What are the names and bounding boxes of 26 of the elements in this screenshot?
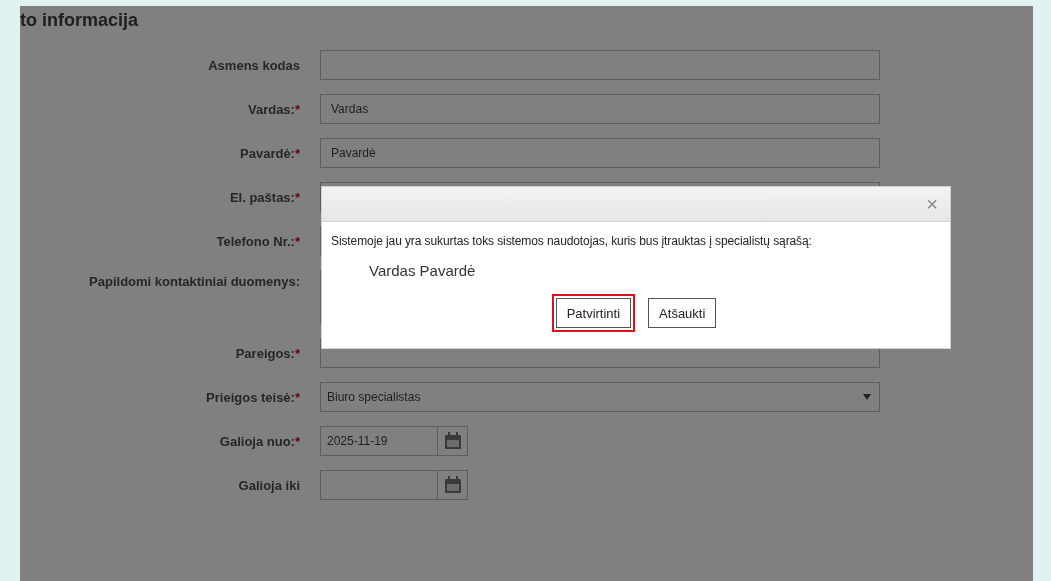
calendar-button[interactable] bbox=[438, 426, 468, 456]
field-label: Papildomi kontaktiniai duomenys: bbox=[88, 273, 300, 289]
dialog-button[interactable]: Atšaukti bbox=[648, 298, 717, 328]
dialog-button[interactable]: Patvirtinti bbox=[555, 298, 632, 328]
calendar-icon bbox=[442, 475, 463, 495]
field-label: Galioja iki bbox=[237, 477, 300, 493]
field-label: Galioja nuo:* bbox=[218, 433, 300, 449]
dialog-message: Sistemoje jau yra sukurtas toks sistemos naudotojas, kuris bus įtrauktas į specialistų sąrašą: bbox=[330, 233, 813, 248]
calendar-button[interactable] bbox=[438, 470, 468, 500]
calendar-icon bbox=[442, 431, 463, 451]
date-field[interactable]: 2025-11-19 bbox=[320, 426, 438, 456]
dropdown[interactable]: Biuro specialistas bbox=[320, 382, 880, 412]
close-button[interactable]: × bbox=[926, 194, 938, 214]
section-title: to informacija bbox=[20, 9, 140, 32]
text-field[interactable]: Pavardė bbox=[320, 138, 880, 168]
field-label: Pavardė:* bbox=[239, 145, 300, 161]
date-field[interactable] bbox=[320, 470, 438, 500]
field-label: El. paštas:* bbox=[228, 189, 300, 205]
field-label: Prieigos teisė:* bbox=[205, 389, 300, 405]
field-label: Vardas:* bbox=[246, 101, 300, 117]
person-name: Vardas Pavardė bbox=[368, 261, 477, 279]
field-label: Telefono Nr.:* bbox=[215, 233, 300, 249]
field-label: Pareigos:* bbox=[234, 345, 300, 361]
caret-icon bbox=[863, 394, 871, 400]
field-label: Asmens kodas bbox=[207, 57, 300, 73]
text-field[interactable]: Vardas bbox=[320, 94, 880, 124]
